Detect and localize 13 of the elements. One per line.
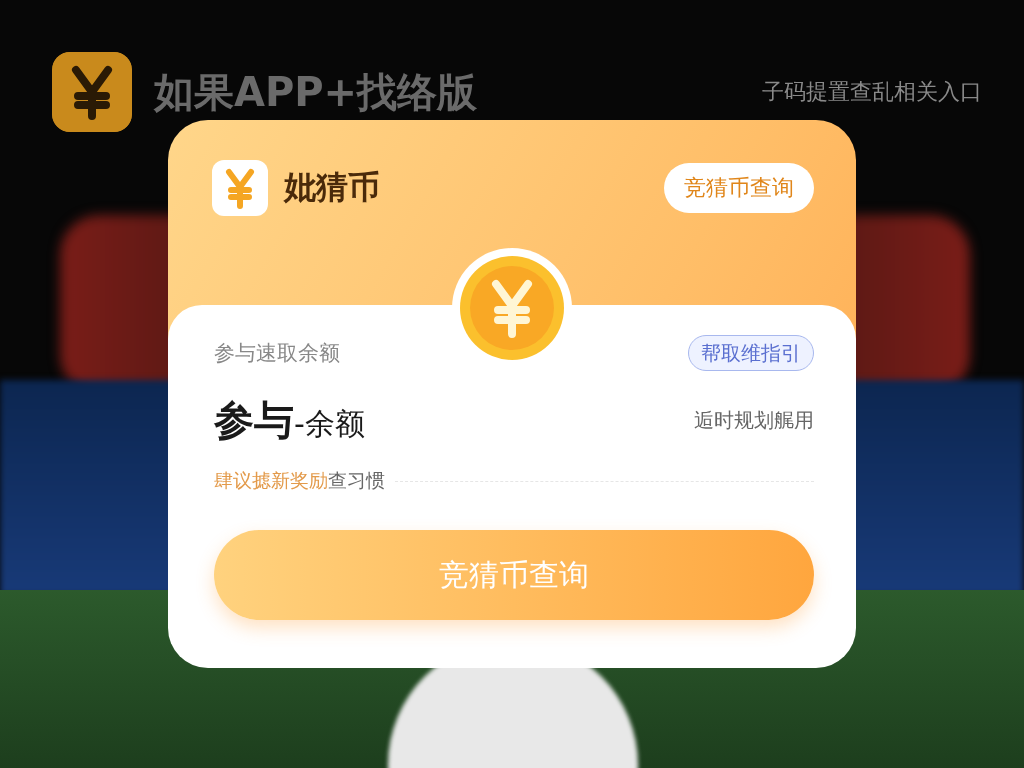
header-link[interactable]: 子码提置查乱相关入口 — [762, 77, 982, 107]
balance-unit: -余额 — [294, 405, 365, 443]
guide-tag[interactable]: 帮取维指引 — [688, 335, 814, 371]
balance-amount: 参与 — [214, 396, 294, 445]
app-title: 如果APP+找络版 — [154, 67, 478, 117]
balance-label: 参与速取余额 — [214, 340, 340, 367]
card-title: 妣猜币 — [284, 167, 380, 208]
yen-logo-icon — [52, 52, 132, 132]
yen-logo-icon — [212, 160, 268, 216]
query-button[interactable]: 竞猜币查询 — [664, 163, 814, 213]
hint-text: 查习惯 — [328, 468, 385, 493]
hint-highlight: 肆议摅新奖励 — [214, 468, 328, 493]
usage-note: 逅时规划艉用 — [694, 407, 814, 434]
